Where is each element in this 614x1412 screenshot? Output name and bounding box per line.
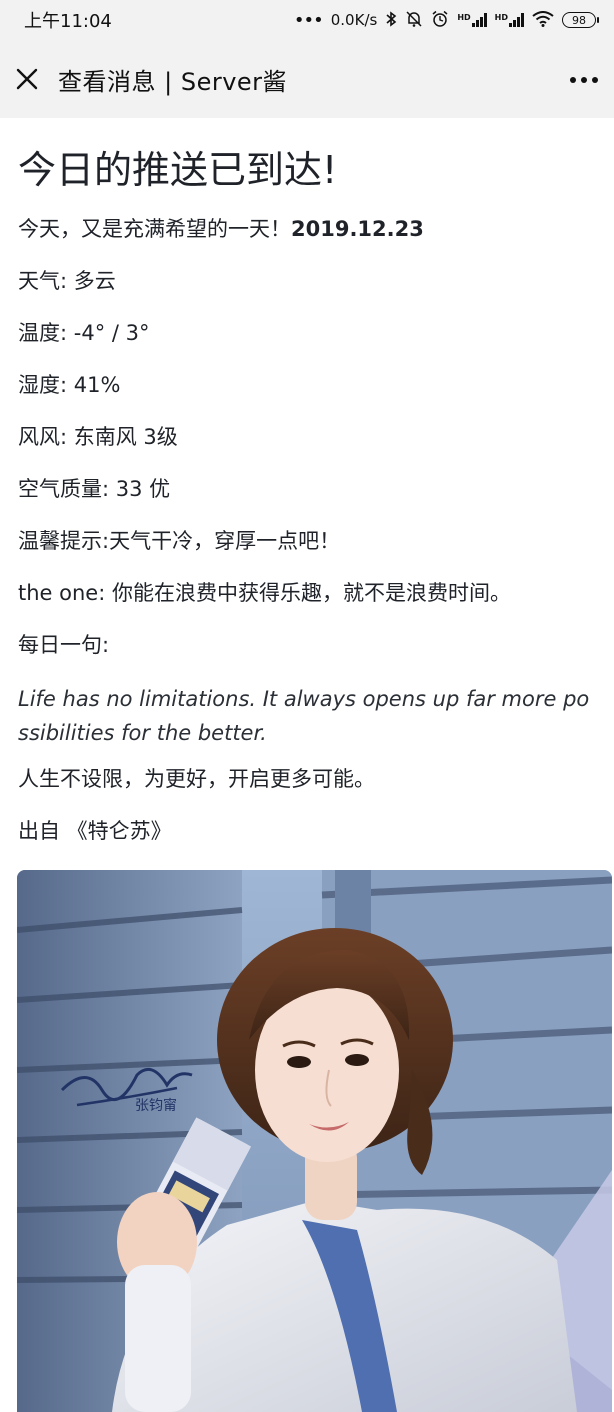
daily-label: 每日一句: [18,633,110,657]
ad-image-illustration: 张钧甯 [17,870,612,1412]
air-quality-line: 空气质量: 33 优 [18,477,171,501]
date-text: 2019.12.23 [291,217,424,241]
status-time: 上午11:04 [24,11,112,32]
alarm-icon [431,10,449,31]
signal-hd-2-icon: HD [495,13,524,27]
quote-source: 出自 《特仑苏》 [18,819,172,843]
svg-text:张钧甯: 张钧甯 [135,1097,177,1114]
quote-english: Life has no limitations. It always opens… [18,687,590,745]
network-speed: 0.0K/s [330,11,378,29]
close-button[interactable] [0,40,54,118]
signal-hd-1-icon: HD [457,13,487,27]
weather-line: 天气: 多云 [18,269,116,293]
temperature-line: 温度: -4° / 3° [18,321,150,345]
mute-bell-icon [405,10,423,31]
quote-chinese: 人生不设限，为更好，开启更多可能。 [18,767,375,791]
more-button[interactable] [562,60,606,100]
bluetooth-icon [385,10,397,30]
battery-icon: 98 [562,12,599,28]
page-title: 查看消息 | Server酱 [58,67,288,96]
more-dots-indicator: ••• [293,9,324,31]
wind-line: 风风: 东南风 3级 [18,425,178,449]
nav-bar: 查看消息 | Server酱 [0,40,614,118]
the-one-line: the one: 你能在浪费中获得乐趣，就不是浪费时间。 [18,581,511,605]
status-icons: ••• 0.0K/s HD HD 98 [293,9,599,31]
humidity-line: 湿度: 41% [18,373,121,397]
message-headline: 今日的推送已到达! [18,148,338,192]
greeting-line: 今天，又是充满希望的一天！2019.12.23 [18,214,596,244]
more-icon [570,77,598,83]
tip-line: 温馨提示:天气干冷，穿厚一点吧！ [18,529,341,553]
status-bar: 上午11:04 ••• 0.0K/s HD HD 98 [0,0,614,40]
message-content: 今日的推送已到达! 今天，又是充满希望的一天！2019.12.23 天气: 多云… [0,118,614,868]
ad-image[interactable]: 张钧甯 [17,870,612,1412]
wifi-icon [532,10,554,30]
close-icon [16,68,38,90]
greeting-text: 今天，又是充满希望的一天！ [18,217,291,241]
